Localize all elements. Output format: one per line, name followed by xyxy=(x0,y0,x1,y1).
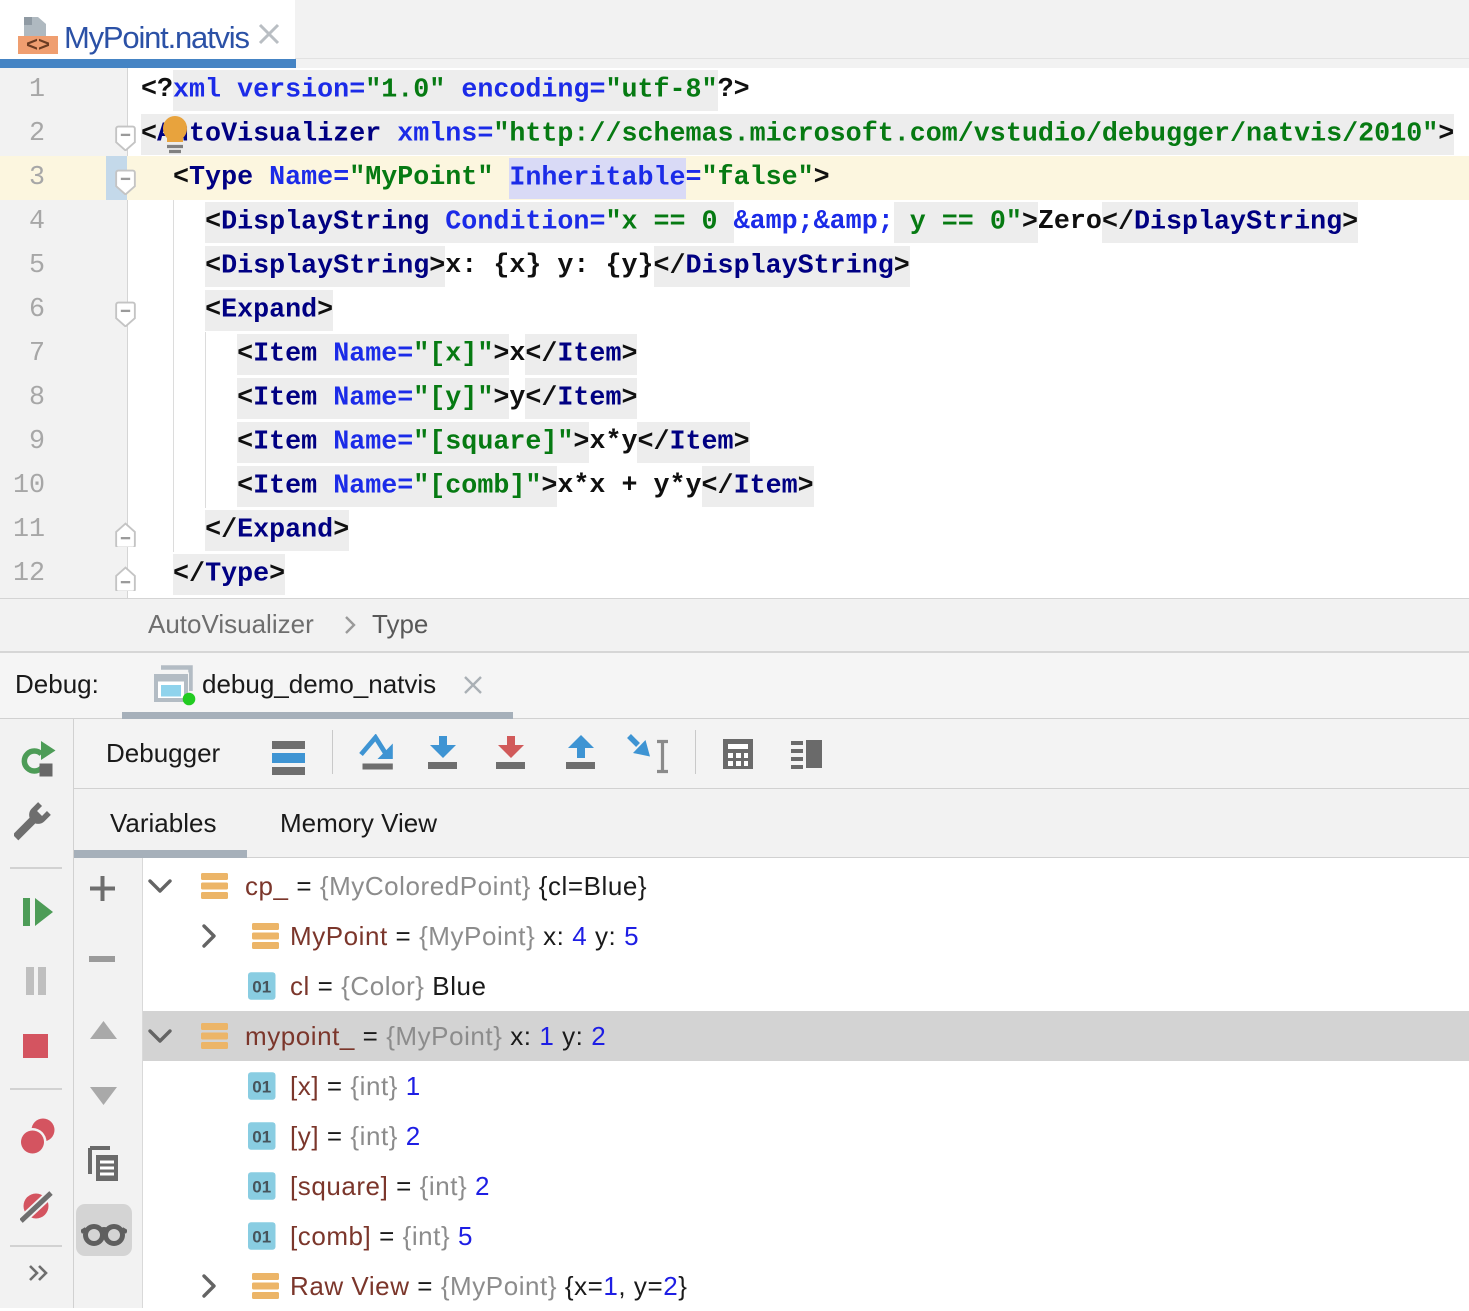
svg-text:01: 01 xyxy=(252,1077,271,1096)
svg-text:<>: <> xyxy=(26,35,50,56)
svg-text:01: 01 xyxy=(252,1177,271,1196)
svg-text:01: 01 xyxy=(252,1227,271,1246)
svg-text:01: 01 xyxy=(252,1127,271,1146)
svg-text:01: 01 xyxy=(252,977,271,996)
